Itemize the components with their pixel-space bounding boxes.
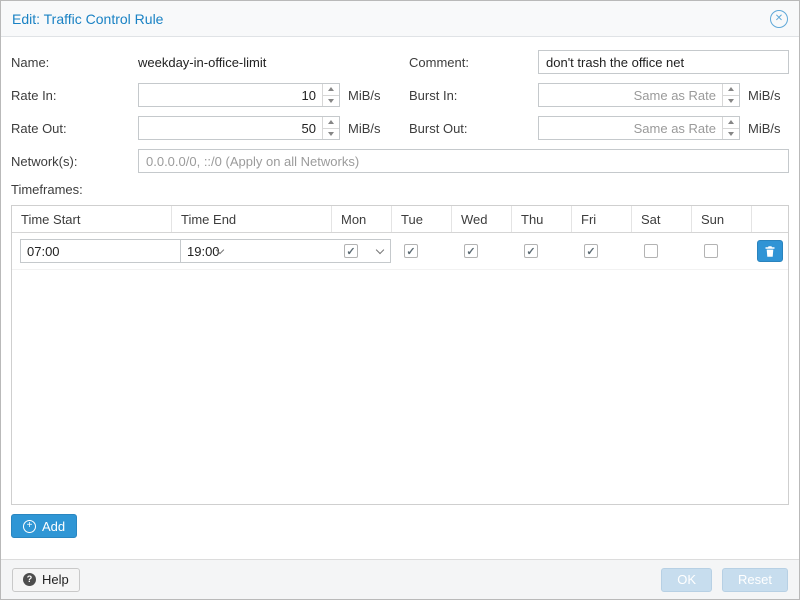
help-button[interactable]: Help [12,568,80,592]
dialog-title: Edit: Traffic Control Rule [12,11,770,27]
burst-in-spinner [722,84,739,106]
timeframes-table: Time Start Time End Mon Tue Wed Thu Fri … [11,205,789,505]
delete-row-button[interactable] [757,240,783,262]
burst-out-field [538,116,740,140]
timeframe-row [12,233,788,270]
reset-button[interactable]: Reset [722,568,788,592]
rate-out-unit: MiB/s [348,121,381,136]
add-plus-icon [23,520,36,533]
rate-out-label: Rate Out: [11,121,138,136]
wed-checkbox[interactable] [464,244,478,258]
trash-icon [764,245,776,258]
burst-out-unit: MiB/s [748,121,781,136]
sun-checkbox[interactable] [704,244,718,258]
column-header-actions [752,206,788,232]
tue-checkbox[interactable] [404,244,418,258]
rate-in-spinner [322,84,339,106]
rate-out-field [138,116,340,140]
rate-in-unit: MiB/s [348,88,381,103]
mon-checkbox[interactable] [344,244,358,258]
ok-button[interactable]: OK [661,568,712,592]
column-header-wed: Wed [452,206,512,232]
column-header-fri: Fri [572,206,632,232]
column-header-sun: Sun [692,206,752,232]
rate-in-label: Rate In: [11,88,138,103]
rate-in-spin-down-icon[interactable] [323,96,339,107]
networks-label: Network(s): [11,154,138,169]
burst-out-spinner [722,117,739,139]
add-button[interactable]: Add [11,514,77,538]
column-header-time-end: Time End [172,206,332,232]
form-row-rate-in-burst-in: Rate In: MiB/s Burst In: [11,83,789,107]
help-button-label: Help [42,572,69,587]
burst-in-input[interactable] [539,84,722,106]
rate-in-field [138,83,340,107]
burst-out-spin-up-icon[interactable] [723,117,739,129]
column-header-mon: Mon [332,206,392,232]
name-label: Name: [11,55,138,70]
column-header-thu: Thu [512,206,572,232]
form-row-rate-out-burst-out: Rate Out: MiB/s Burst Out: [11,116,789,140]
burst-in-field [538,83,740,107]
comment-input[interactable] [538,50,789,74]
timeframes-table-header: Time Start Time End Mon Tue Wed Thu Fri … [12,206,788,233]
column-header-time-start: Time Start [12,206,172,232]
comment-label: Comment: [409,55,538,70]
traffic-control-rule-dialog: Edit: Traffic Control Rule Name: weekday… [0,0,800,600]
form-row-name-comment: Name: weekday-in-office-limit Comment: [11,50,789,74]
form-row-networks: Network(s): [11,149,789,173]
burst-in-spin-up-icon[interactable] [723,84,739,96]
burst-out-label: Burst Out: [409,121,538,136]
dialog-header: Edit: Traffic Control Rule [1,1,799,37]
fri-checkbox[interactable] [584,244,598,258]
rate-out-spin-up-icon[interactable] [323,117,339,129]
burst-out-input[interactable] [539,117,722,139]
name-value: weekday-in-office-limit [138,55,266,70]
rate-out-spin-down-icon[interactable] [323,129,339,140]
rate-out-input[interactable] [139,117,322,139]
burst-in-spin-down-icon[interactable] [723,96,739,107]
dialog-body: Name: weekday-in-office-limit Comment: R… [1,37,799,559]
timeframes-label: Timeframes: [11,182,789,197]
help-question-icon [23,573,36,586]
networks-input[interactable] [138,149,789,173]
burst-in-label: Burst In: [409,88,538,103]
column-header-tue: Tue [392,206,452,232]
rate-in-spin-up-icon[interactable] [323,84,339,96]
rate-in-input[interactable] [139,84,322,106]
column-header-sat: Sat [632,206,692,232]
thu-checkbox[interactable] [524,244,538,258]
sat-checkbox[interactable] [644,244,658,258]
close-icon[interactable] [770,10,788,28]
burst-in-unit: MiB/s [748,88,781,103]
burst-out-spin-down-icon[interactable] [723,129,739,140]
rate-out-spinner [322,117,339,139]
add-button-label: Add [42,519,65,534]
dialog-footer: Help OK Reset [1,559,799,599]
